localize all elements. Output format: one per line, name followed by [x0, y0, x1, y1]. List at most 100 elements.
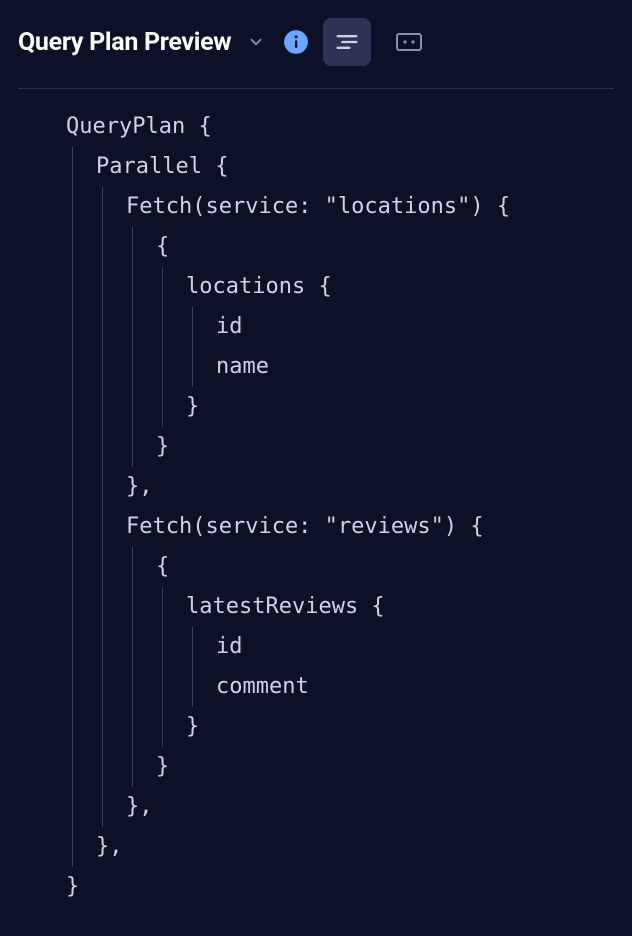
- indent-guide: [162, 667, 163, 707]
- indent-guide: [132, 667, 133, 707]
- indent-guide: [72, 507, 73, 547]
- code-line: latestReviews {: [66, 587, 632, 627]
- indent-guide: [132, 587, 133, 627]
- indent-guide: [162, 267, 163, 307]
- code-text: Fetch(service: "reviews") {: [66, 514, 484, 539]
- indent-guide: [132, 427, 133, 467]
- code-line: }: [66, 707, 632, 747]
- code-line: Fetch(service: "locations") {: [66, 187, 632, 227]
- indent-guide: [162, 307, 163, 347]
- code-line: Fetch(service: "reviews") {: [66, 507, 632, 547]
- indent-guide: [102, 707, 103, 747]
- code-viewer: QueryPlan { Parallel { Fetch(service: "loc…: [0, 89, 632, 907]
- code-text: {: [66, 234, 169, 259]
- indent-guide: [102, 187, 103, 227]
- indent-guide: [72, 147, 73, 187]
- code-text: }: [66, 754, 169, 779]
- code-line: {: [66, 547, 632, 587]
- indent-guide: [102, 627, 103, 667]
- code-text: {: [66, 554, 169, 579]
- code-line: Parallel {: [66, 147, 632, 187]
- visual-view-button[interactable]: [385, 18, 433, 66]
- indent-guide: [72, 187, 73, 227]
- text-view-button[interactable]: [323, 18, 371, 66]
- code-line: },: [66, 467, 632, 507]
- indent-guide: [132, 307, 133, 347]
- indent-guide: [102, 747, 103, 787]
- indent-guide: [72, 347, 73, 387]
- indent-guide: [102, 787, 103, 827]
- indent-guide: [72, 547, 73, 587]
- indent-guide: [72, 707, 73, 747]
- indent-guide: [102, 347, 103, 387]
- indent-guide: [132, 707, 133, 747]
- code-text: Fetch(service: "locations") {: [66, 194, 510, 219]
- indent-guide: [192, 307, 193, 347]
- indent-guide: [102, 547, 103, 587]
- indent-guide: [102, 307, 103, 347]
- code-line: },: [66, 827, 632, 867]
- indent-guide: [162, 587, 163, 627]
- indent-guide: [102, 387, 103, 427]
- code-text: }: [66, 434, 169, 459]
- indent-guide: [72, 627, 73, 667]
- code-line: comment: [66, 667, 632, 707]
- indent-guide: [72, 427, 73, 467]
- code-text: },: [66, 794, 153, 819]
- code-line: }: [66, 867, 632, 907]
- code-text: name: [66, 354, 269, 379]
- indent-guide: [72, 387, 73, 427]
- code-line: id: [66, 627, 632, 667]
- code-text: id: [66, 634, 243, 659]
- code-line: }: [66, 747, 632, 787]
- indent-guide: [72, 747, 73, 787]
- code-line: }: [66, 387, 632, 427]
- indent-guide: [72, 267, 73, 307]
- indent-guide: [132, 747, 133, 787]
- indent-guide: [72, 467, 73, 507]
- code-line: }: [66, 427, 632, 467]
- indent-guide: [132, 387, 133, 427]
- toolbar: [283, 18, 433, 66]
- indent-guide: [162, 707, 163, 747]
- indent-guide: [102, 667, 103, 707]
- page-title: Query Plan Preview: [18, 28, 231, 57]
- code-text: }: [66, 874, 79, 899]
- code-line: name: [66, 347, 632, 387]
- indent-guide: [132, 267, 133, 307]
- code-text: id: [66, 314, 243, 339]
- indent-guide: [132, 227, 133, 267]
- indent-guide: [72, 307, 73, 347]
- code-text: locations {: [66, 274, 332, 299]
- indent-guide: [192, 667, 193, 707]
- indent-guide: [132, 347, 133, 387]
- indent-guide: [102, 227, 103, 267]
- header-bar: Query Plan Preview: [0, 0, 632, 88]
- indent-guide: [192, 347, 193, 387]
- indent-guide: [162, 347, 163, 387]
- indent-guide: [102, 467, 103, 507]
- indent-guide: [72, 787, 73, 827]
- code-line: id: [66, 307, 632, 347]
- indent-guide: [102, 427, 103, 467]
- code-text: QueryPlan {: [66, 114, 212, 139]
- indent-guide: [132, 627, 133, 667]
- indent-guide: [102, 267, 103, 307]
- indent-guide: [72, 587, 73, 627]
- indent-guide: [102, 507, 103, 547]
- indent-guide: [162, 387, 163, 427]
- indent-guide: [192, 627, 193, 667]
- indent-guide: [102, 587, 103, 627]
- indent-guide: [72, 667, 73, 707]
- indent-guide: [72, 227, 73, 267]
- chevron-down-icon[interactable]: [245, 31, 267, 53]
- code-line: {: [66, 227, 632, 267]
- indent-guide: [72, 827, 73, 867]
- code-text: },: [66, 474, 153, 499]
- info-icon[interactable]: [283, 29, 309, 55]
- code-line: },: [66, 787, 632, 827]
- code-text: Parallel {: [66, 154, 228, 179]
- indent-guide: [132, 547, 133, 587]
- indent-guide: [162, 627, 163, 667]
- code-line: QueryPlan {: [66, 107, 632, 147]
